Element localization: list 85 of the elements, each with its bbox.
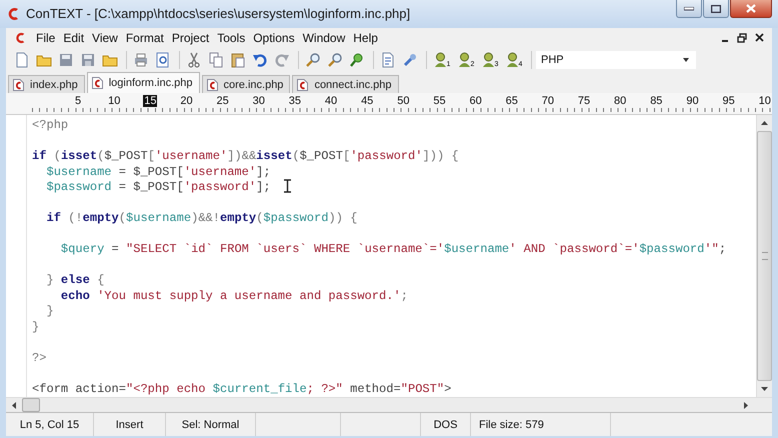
horizontal-scrollbar[interactable] xyxy=(6,397,772,412)
file-icon xyxy=(13,78,24,91)
cursor-position: Ln 5, Col 15 xyxy=(6,413,94,436)
file-icon xyxy=(297,78,308,91)
person-icon xyxy=(458,52,471,68)
app-logo-icon xyxy=(6,6,20,22)
code-line: if (isset($_POST['username'])&&isset($_POST['password'])) { xyxy=(32,149,459,164)
maximize-button[interactable] xyxy=(703,0,729,18)
ruler-number: 55 xyxy=(432,94,447,108)
ruler-number: 90 xyxy=(685,94,700,108)
user-tool-button[interactable]: 4 xyxy=(503,50,525,70)
file-icon xyxy=(92,77,103,90)
ruler-number: 5 xyxy=(74,94,82,108)
close-button[interactable] xyxy=(730,0,772,18)
code-editor[interactable] xyxy=(6,115,756,398)
ruler-number: 45 xyxy=(360,94,374,108)
ruler-number: 10 xyxy=(107,94,122,108)
language-dropdown[interactable]: PHP xyxy=(536,50,696,69)
code-line: <?php xyxy=(32,118,68,132)
app-logo-icon xyxy=(14,30,26,45)
ruler-number: 75 xyxy=(576,94,592,108)
file-tab[interactable]: loginform.inc.php xyxy=(86,72,200,94)
vertical-scrollbar[interactable] xyxy=(756,115,772,398)
code-line: ?> xyxy=(32,350,46,365)
scroll-right-icon[interactable] xyxy=(744,402,748,409)
close-icon xyxy=(746,4,756,13)
ruler-number: 85 xyxy=(649,94,664,108)
code-line: echo 'You must supply a username and password.'; xyxy=(60,288,408,303)
file-size: File size: 579 xyxy=(471,413,611,436)
ruler-number: 25 xyxy=(216,94,230,108)
code-line: $username = $_POST['username']; xyxy=(45,164,271,179)
person-icon xyxy=(434,52,447,68)
menu-item[interactable]: Format xyxy=(122,30,168,45)
ruler-number: 20 xyxy=(179,94,194,108)
text-cursor-icon xyxy=(284,179,291,194)
user-tool-button[interactable]: 2 xyxy=(455,50,477,70)
ruler-number: 60 xyxy=(468,94,483,108)
ruler-number: 40 xyxy=(324,94,338,108)
ruler-number: 15 xyxy=(142,94,158,108)
person-icon xyxy=(482,52,495,68)
scroll-thumb[interactable] xyxy=(757,131,772,382)
code-line: <form action="<?php echo $current_file; ?>" method="POST"> xyxy=(32,382,452,396)
menu-item[interactable]: Options xyxy=(249,30,299,45)
menu-item[interactable]: File xyxy=(32,30,60,45)
menu-item[interactable]: Edit xyxy=(59,30,88,45)
ruler-number: 70 xyxy=(540,94,556,108)
scroll-thumb[interactable] xyxy=(22,398,40,412)
restore-icon[interactable] xyxy=(737,32,747,43)
menu-item[interactable]: Project xyxy=(168,30,214,45)
scroll-left-icon[interactable] xyxy=(12,402,16,409)
file-tab[interactable]: core.inc.php xyxy=(202,75,290,94)
minimize-icon xyxy=(684,6,694,10)
code-line: $password = $_POST['password']; xyxy=(45,180,271,194)
ruler-number: 30 xyxy=(252,94,266,108)
person-icon xyxy=(506,52,519,68)
ruler-number: 80 xyxy=(613,94,628,108)
code-line: } xyxy=(32,320,40,334)
user-tool-button[interactable]: 3 xyxy=(479,50,501,70)
ruler-number: 50 xyxy=(396,94,410,108)
selection-mode: Sel: Normal xyxy=(166,413,256,436)
menu-item[interactable]: Help xyxy=(349,30,382,45)
minimize-button[interactable] xyxy=(676,0,702,18)
close-icon[interactable] xyxy=(755,33,764,42)
ruler-number: 35 xyxy=(288,94,302,108)
file-tab[interactable]: index.php xyxy=(8,75,85,94)
code-line: if (!empty($username)&&!empty($password)) { xyxy=(45,211,358,226)
caret-icon xyxy=(683,58,689,62)
line-endings: DOS xyxy=(421,413,471,436)
code-line: $query = "SELECT `id` FROM `users` WHERE `username`='$username' AND `password`='$password'"; xyxy=(60,242,726,256)
maximize-icon xyxy=(711,4,721,12)
ruler-number: 65 xyxy=(504,94,519,108)
scroll-down-icon[interactable] xyxy=(761,387,768,392)
ruler-number: 95 xyxy=(721,94,736,108)
insert-mode: Insert xyxy=(94,413,166,436)
code-line: } xyxy=(45,304,54,318)
ruler-number: 10 xyxy=(758,94,772,108)
file-tab[interactable]: connect.inc.php xyxy=(292,75,398,94)
file-icon xyxy=(206,78,218,91)
menu-item[interactable]: Window xyxy=(298,30,350,45)
scroll-up-icon[interactable] xyxy=(761,121,768,126)
menu-item[interactable]: View xyxy=(88,30,122,45)
code-line: } else { xyxy=(45,273,104,288)
user-tool-button[interactable]: 1 xyxy=(431,50,453,70)
menu-item[interactable]: Tools xyxy=(213,30,250,45)
window-title: ConTEXT - [C:\xampp\htdocs\series\usersystem\loginform.inc.php] xyxy=(26,6,410,22)
